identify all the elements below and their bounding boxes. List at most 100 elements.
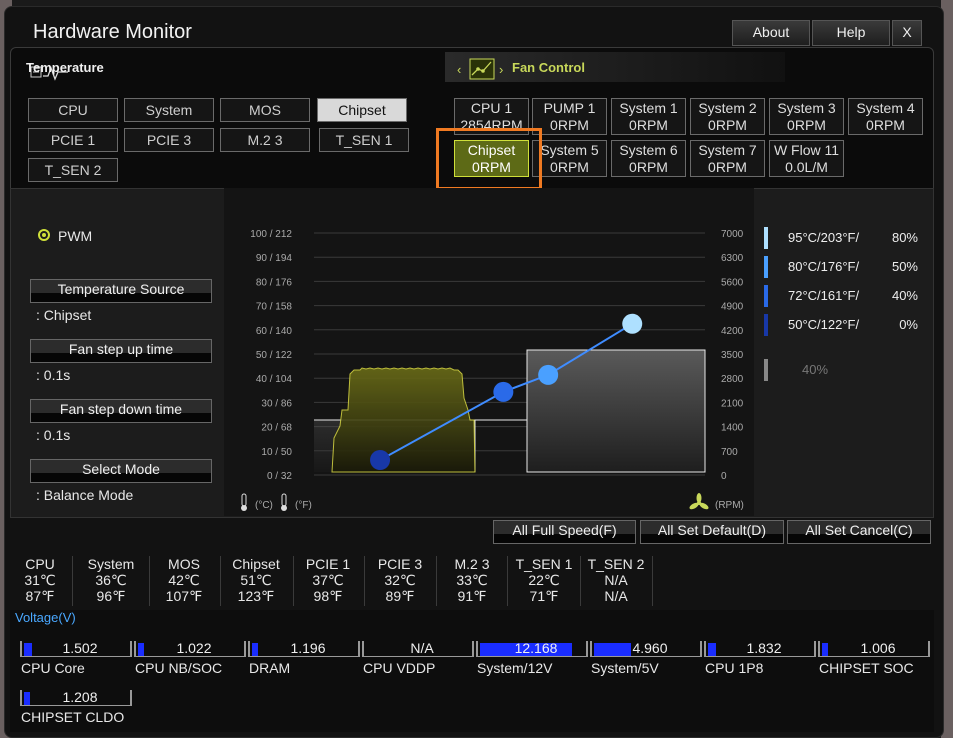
fan-icon [689, 493, 709, 510]
voltage-value: 1.022 [176, 640, 212, 656]
legend-temp-1: 95°C/203°F/ [788, 230, 860, 245]
monitor-mos: MOS 42℃ 107℉ [165, 556, 203, 604]
voltage-name: CPU Core [21, 660, 85, 676]
fan-system6[interactable]: System 6 0RPM [611, 140, 686, 177]
temp-source-cpu[interactable]: CPU [28, 98, 118, 122]
monitor-tsen1: T_SEN 1 22℃ 71℉ [515, 556, 573, 604]
temp-source-tsen1[interactable]: T_SEN 1 [319, 128, 409, 152]
monitor-divider [436, 556, 437, 606]
monitor-divider [220, 556, 221, 606]
legend-current-pct: 40% [802, 362, 829, 377]
rpm-tick-label: 2800 [721, 374, 744, 385]
temp-tick-label: 30 / 86 [261, 398, 292, 409]
fan-system2[interactable]: System 2 0RPM [690, 98, 765, 135]
close-button[interactable]: X [892, 20, 922, 46]
legend-swatch-2 [764, 256, 768, 278]
fan-control-header: Fan Control [512, 60, 585, 75]
voltage-value: N/A [410, 640, 434, 656]
rpm-tick-label: 4900 [721, 302, 744, 313]
monitor-tsen2: T_SEN 2 N/A N/A [587, 556, 645, 604]
voltage-name: CHIPSET SOC [819, 660, 914, 676]
rpm-tick-label: 1400 [721, 423, 744, 434]
fan-curve-point[interactable] [493, 381, 514, 402]
monitor-m23: M.2 3 33℃ 91℉ [454, 556, 490, 604]
temperature-source-button[interactable]: Temperature Source [30, 279, 212, 303]
temp-source-pcie1[interactable]: PCIE 1 [28, 128, 118, 152]
voltage-name: CPU NB/SOC [135, 660, 223, 676]
all-set-default-button[interactable]: All Set Default(D) [640, 520, 784, 544]
temp-source-pcie3[interactable]: PCIE 3 [124, 128, 214, 152]
fan-system1[interactable]: System 1 0RPM [611, 98, 686, 135]
temp-tick-label: 0 / 32 [267, 471, 292, 482]
voltage-name: System/12V [477, 660, 553, 676]
fan-curve-point[interactable] [370, 450, 391, 470]
fan-step-down-button[interactable]: Fan step down time [30, 399, 212, 423]
monitor-divider [149, 556, 150, 606]
monitor-system: System 36℃ 96℉ [87, 556, 135, 604]
monitor-divider [293, 556, 294, 606]
fahrenheit-unit-label: (°F) [295, 500, 312, 511]
chevron-right-icon[interactable]: › [499, 62, 503, 77]
voltage-value: 1.832 [746, 640, 782, 656]
fan-wflow11[interactable]: W Flow 11 0.0L/M [769, 140, 844, 177]
pwm-label: PWM [58, 228, 93, 244]
temp-source-m23[interactable]: M.2 3 [220, 128, 310, 152]
fan-curve-icon [469, 58, 495, 80]
voltage-name: CHIPSET CLDO [21, 709, 125, 725]
legend-pct-1: 80% [891, 230, 918, 245]
voltage-value: 1.006 [860, 640, 896, 656]
rpm-tick-label: 7000 [721, 229, 744, 240]
temp-tick-label: 20 / 68 [261, 423, 292, 434]
rpm-tick-label: 2100 [721, 398, 744, 409]
voltage-bar-fill [24, 692, 31, 705]
legend-swatch-current [764, 359, 768, 381]
legend-pct-3: 40% [891, 288, 918, 303]
voltage-bar-fill [252, 643, 259, 656]
temp-source-chipset[interactable]: Chipset [317, 98, 407, 122]
select-mode-value: : Balance Mode [36, 487, 134, 503]
rpm-tick-label: 4200 [721, 326, 744, 337]
chevron-left-icon[interactable]: ‹ [457, 62, 461, 77]
fan-control-header-bg [445, 52, 785, 82]
pwm-radio[interactable] [38, 229, 50, 241]
rpm-tick-label: 3500 [721, 350, 744, 361]
legend-swatch-3 [764, 285, 768, 307]
voltage-name: DRAM [249, 660, 291, 676]
temp-source-tsen2[interactable]: T_SEN 2 [28, 158, 118, 182]
thermometer-f-icon [281, 493, 287, 511]
help-button[interactable]: Help [812, 20, 890, 46]
monitor-pcie3: PCIE 3 32℃ 89℉ [377, 556, 423, 604]
voltage-value: 1.502 [62, 640, 98, 656]
temperature-header: Temperature [26, 60, 104, 75]
rpm-tick-label: 700 [721, 447, 738, 458]
select-mode-button[interactable]: Select Mode [30, 459, 212, 483]
fan-system4[interactable]: System 4 0RPM [848, 98, 923, 135]
fan-curve-point[interactable] [538, 364, 559, 385]
voltage-bar-fill [138, 643, 145, 656]
about-button[interactable]: About [732, 20, 810, 46]
temp-tick-label: 50 / 122 [256, 350, 293, 361]
temperature-source-value: : Chipset [36, 307, 92, 323]
fan-step-up-button[interactable]: Fan step up time [30, 339, 212, 363]
monitor-divider [507, 556, 508, 606]
temp-source-mos[interactable]: MOS [220, 98, 310, 122]
fan-curve-point[interactable] [622, 313, 643, 334]
legend-temp-2: 80°C/176°F/ [788, 259, 860, 274]
monitor-chipset: Chipset 51℃ 123℉ [232, 556, 280, 604]
fan-system5[interactable]: System 5 0RPM [532, 140, 607, 177]
fan-system3[interactable]: System 3 0RPM [769, 98, 844, 135]
fan-curve-chart[interactable]: 100 / 212 90 / 194 80 / 176 70 / 158 60 / 14… [224, 188, 754, 516]
legend-temp-3: 72°C/161°F/ [788, 288, 860, 303]
fan-system7[interactable]: System 7 0RPM [690, 140, 765, 177]
temp-tick-label: 60 / 140 [256, 326, 293, 337]
legend-pct-2: 50% [891, 259, 918, 274]
fan-step-down-value: : 0.1s [36, 427, 71, 443]
rpm-tick-label: 0 [721, 471, 727, 482]
all-full-speed-button[interactable]: All Full Speed(F) [493, 520, 636, 544]
voltage-bar-fill [708, 643, 717, 656]
all-set-cancel-button[interactable]: All Set Cancel(C) [787, 520, 931, 544]
legend-pct-4: 0% [899, 317, 918, 332]
legend-temp-4: 50°C/122°F/ [788, 317, 860, 332]
temp-source-system[interactable]: System [124, 98, 214, 122]
fan-pump1[interactable]: PUMP 1 0RPM [532, 98, 607, 135]
